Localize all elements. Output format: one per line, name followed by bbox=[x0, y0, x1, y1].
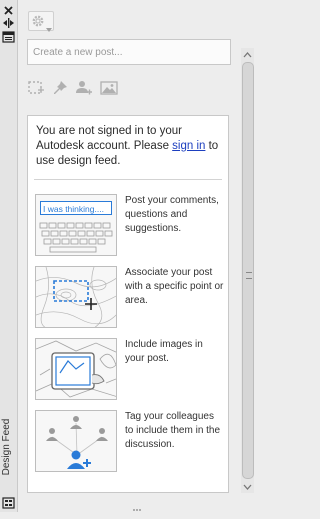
properties-icon[interactable] bbox=[2, 30, 15, 43]
gear-icon bbox=[31, 14, 45, 33]
map-area-illustration bbox=[35, 266, 117, 328]
tablet-image-illustration bbox=[35, 338, 117, 400]
chevron-down-icon bbox=[46, 19, 52, 37]
tag-users-illustration bbox=[35, 410, 117, 472]
resize-grip-icon[interactable] bbox=[132, 501, 142, 511]
card-area-text: Associate your post with a specific poin… bbox=[125, 267, 224, 306]
new-post-input[interactable] bbox=[27, 39, 231, 65]
sign-in-link[interactable]: sign in bbox=[172, 140, 205, 152]
keyboard-post-illustration: I was thinking.... bbox=[35, 194, 117, 256]
settings-icon[interactable] bbox=[2, 496, 15, 509]
signin-text-before: You are not signed in to your Autodesk a… bbox=[36, 125, 182, 152]
scroll-grip-icon bbox=[246, 272, 252, 279]
palette-title: Design Feed bbox=[1, 418, 12, 476]
scroll-up-button[interactable] bbox=[241, 48, 254, 60]
vertical-scrollbar[interactable] bbox=[241, 48, 254, 493]
select-area-icon[interactable] bbox=[27, 79, 45, 97]
scrollbar-thumb[interactable] bbox=[242, 62, 254, 479]
card-tag-text: Tag your colleagues to include them in t… bbox=[125, 411, 221, 450]
settings-dropdown-button[interactable] bbox=[28, 11, 54, 33]
palette-side-strip: Design Feed bbox=[0, 0, 18, 512]
card-post-text: Post your comments, questions and sugges… bbox=[125, 195, 219, 234]
close-icon[interactable] bbox=[2, 4, 15, 16]
signin-message: You are not signed in to your Autodesk a… bbox=[36, 124, 222, 169]
image-icon[interactable] bbox=[100, 79, 118, 97]
scroll-down-button[interactable] bbox=[241, 480, 254, 492]
card-image-text: Include images in your post. bbox=[125, 339, 203, 364]
sample-post-input: I was thinking.... bbox=[40, 201, 112, 215]
divider bbox=[34, 179, 222, 180]
pin-icon[interactable] bbox=[52, 79, 70, 97]
dock-arrows-icon[interactable] bbox=[2, 16, 15, 28]
design-feed-content: You are not signed in to your Autodesk a… bbox=[27, 115, 229, 493]
design-feed-panel: You are not signed in to your Autodesk a… bbox=[20, 0, 254, 512]
add-user-icon[interactable] bbox=[75, 79, 93, 97]
